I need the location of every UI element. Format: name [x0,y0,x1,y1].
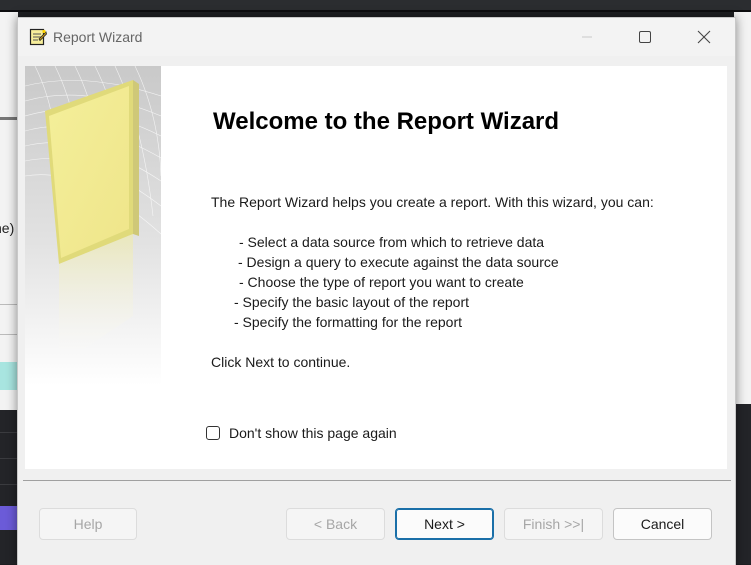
background-app-left: ne) [0,12,18,564]
feature-item: - Specify the formatting for the report [234,314,462,330]
dont-show-again-label[interactable]: Don't show this page again [229,425,397,441]
page-heading: Welcome to the Report Wizard [213,108,560,135]
continue-instruction: Click Next to continue. [211,354,351,370]
back-button[interactable]: < Back [286,508,385,540]
window-title: Report Wizard [53,29,143,45]
intro-text: The Report Wizard helps you create a rep… [211,194,654,210]
minimize-icon [582,36,592,38]
help-button[interactable]: Help [39,508,137,540]
background-partial-text: ne) [0,220,15,236]
next-button[interactable]: Next > [395,508,494,540]
wizard-content-panel: Welcome to the Report Wizard The Report … [25,66,727,469]
maximize-icon [639,31,651,43]
maximize-button[interactable] [622,18,668,56]
background-window-strip [0,0,751,12]
report-wizard-app-icon [29,28,47,46]
title-bar[interactable]: Report Wizard [18,18,735,56]
wizard-side-graphic [25,66,161,386]
minimize-button[interactable] [564,18,610,56]
feature-item: - Choose the type of report you want to … [239,274,524,290]
dont-show-again-checkbox[interactable] [206,426,220,440]
dont-show-again-option[interactable]: Don't show this page again [206,425,397,441]
cancel-button[interactable]: Cancel [613,508,712,540]
report-wizard-dialog: Report Wizard Welcome to the Report Wiza… [17,17,736,565]
feature-item: - Specify the basic layout of the report [234,294,470,310]
feature-item: - Design a query to execute against the … [238,254,559,270]
finish-button[interactable]: Finish >>| [504,508,603,540]
footer-separator [23,480,731,481]
close-button[interactable] [681,18,727,56]
close-icon [697,30,711,44]
background-app-right [734,12,751,564]
feature-item: - Select a data source from which to ret… [239,234,545,250]
